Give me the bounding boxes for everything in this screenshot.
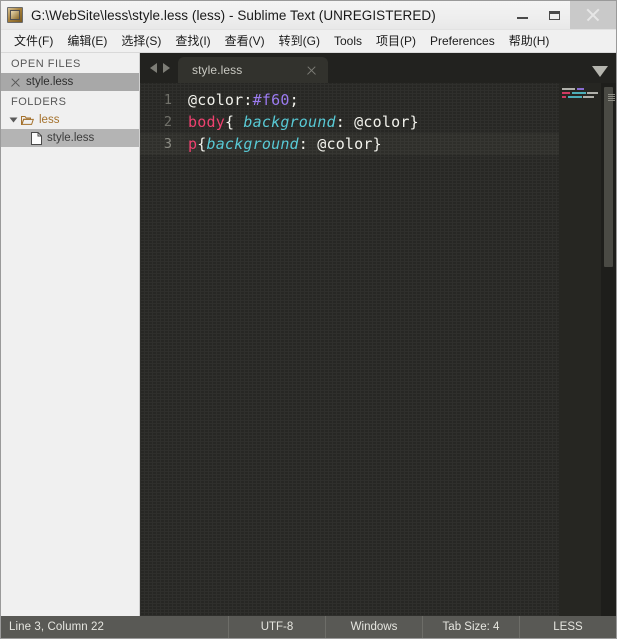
- minimap-row: [559, 92, 601, 95]
- sidebar: OPEN FILES style.less FOLDERS less style…: [1, 53, 140, 616]
- vertical-scrollbar[interactable]: [601, 83, 616, 616]
- scrollbar-thumb[interactable]: [604, 87, 615, 267]
- minimap[interactable]: [559, 83, 601, 616]
- minimize-button[interactable]: [506, 1, 538, 29]
- maximize-button[interactable]: [538, 1, 570, 29]
- code-token: @color: [188, 91, 244, 109]
- menu-item-help[interactable]: 帮助(H): [502, 31, 557, 52]
- menu-item-selection[interactable]: 选择(S): [114, 31, 168, 52]
- code-token: :: [243, 91, 253, 109]
- menu-bar: 文件(F) 编辑(E) 选择(S) 查找(I) 查看(V) 转到(G) Tool…: [1, 30, 616, 53]
- code-token: : @color}: [298, 135, 382, 153]
- folder-label: less: [39, 114, 60, 126]
- file-icon: [31, 131, 42, 145]
- minimap-row: [559, 96, 601, 99]
- minimap-row: [559, 88, 601, 91]
- menu-item-view[interactable]: 查看(V): [218, 31, 272, 52]
- minimize-icon: [516, 16, 528, 19]
- tab-navigation: [144, 53, 178, 83]
- code-editor[interactable]: @color:#f60; body{ background: @color} p…: [184, 83, 559, 616]
- sublime-text-window: G:\WebSite\less\style.less (less) - Subl…: [0, 0, 617, 639]
- menu-item-project[interactable]: 项目(P): [369, 31, 423, 52]
- sublime-text-icon: [7, 7, 23, 23]
- close-icon[interactable]: [11, 78, 20, 87]
- line-number: 1: [163, 92, 172, 108]
- syntax-status[interactable]: LESS: [519, 616, 616, 638]
- code-token: ;: [289, 91, 299, 109]
- code-line-2[interactable]: body{ background: @color}: [184, 111, 559, 133]
- menu-item-file[interactable]: 文件(F): [7, 31, 60, 52]
- open-file-item-style-less[interactable]: style.less: [1, 73, 139, 91]
- tab-size-status[interactable]: Tab Size: 4: [422, 616, 519, 638]
- code-line-1[interactable]: @color:#f60;: [184, 89, 559, 111]
- main-area: OPEN FILES style.less FOLDERS less style…: [1, 53, 616, 616]
- arrow-left-icon[interactable]: [150, 63, 157, 73]
- cursor-position: Line 3, Column 22: [9, 621, 105, 633]
- line-number-gutter: 1 2 3: [140, 83, 184, 616]
- code-token: body: [188, 113, 225, 131]
- window-title: G:\WebSite\less\style.less (less) - Subl…: [31, 7, 436, 23]
- line-number: 2: [163, 114, 172, 130]
- menu-item-preferences[interactable]: Preferences: [423, 31, 502, 52]
- folder-item-less[interactable]: less: [1, 111, 139, 129]
- menu-item-goto[interactable]: 转到(G): [272, 31, 327, 52]
- title-bar: G:\WebSite\less\style.less (less) - Subl…: [1, 1, 616, 30]
- maximize-icon: [548, 10, 560, 20]
- menu-item-edit[interactable]: 编辑(E): [60, 31, 114, 52]
- code-token: : @color}: [335, 113, 419, 131]
- folder-file-item-style-less[interactable]: style.less: [1, 129, 139, 147]
- menu-item-find[interactable]: 查找(I): [168, 31, 217, 52]
- close-button[interactable]: [570, 1, 616, 29]
- tab-label: style.less: [192, 63, 243, 77]
- line-number: 3: [140, 133, 184, 155]
- tab-style-less[interactable]: style.less: [178, 57, 328, 83]
- encoding-status[interactable]: UTF-8: [228, 616, 325, 638]
- code-token: background: [206, 135, 299, 153]
- open-file-label: style.less: [26, 76, 74, 88]
- line-endings-status[interactable]: Windows: [325, 616, 422, 638]
- tab-bar: style.less: [140, 53, 616, 83]
- open-files-heading: OPEN FILES: [11, 58, 81, 70]
- status-bar: Line 3, Column 22 UTF-8 Windows Tab Size…: [1, 616, 616, 638]
- folders-heading: FOLDERS: [11, 96, 67, 108]
- code-line-3[interactable]: p{background: @color}: [184, 133, 559, 155]
- editor-area: style.less 1 2 3 @color:#f60; body{ back…: [140, 53, 616, 616]
- close-icon[interactable]: [307, 66, 316, 75]
- code-token: #f60: [252, 91, 290, 109]
- code-token: {: [224, 113, 244, 131]
- code-token: background: [243, 113, 336, 131]
- folder-file-label: style.less: [47, 132, 95, 144]
- menu-item-tools[interactable]: Tools: [327, 31, 369, 52]
- window-controls: [506, 1, 616, 29]
- chevron-down-icon[interactable]: [592, 66, 608, 77]
- code-region: 1 2 3 @color:#f60; body{ background: @co…: [140, 83, 616, 616]
- chevron-down-icon[interactable]: [9, 117, 18, 123]
- code-token: p: [188, 135, 198, 153]
- arrow-right-icon[interactable]: [163, 63, 170, 73]
- scrollbar-grip-icon: [608, 94, 615, 101]
- folder-open-icon: [21, 115, 34, 125]
- close-icon: [586, 8, 600, 22]
